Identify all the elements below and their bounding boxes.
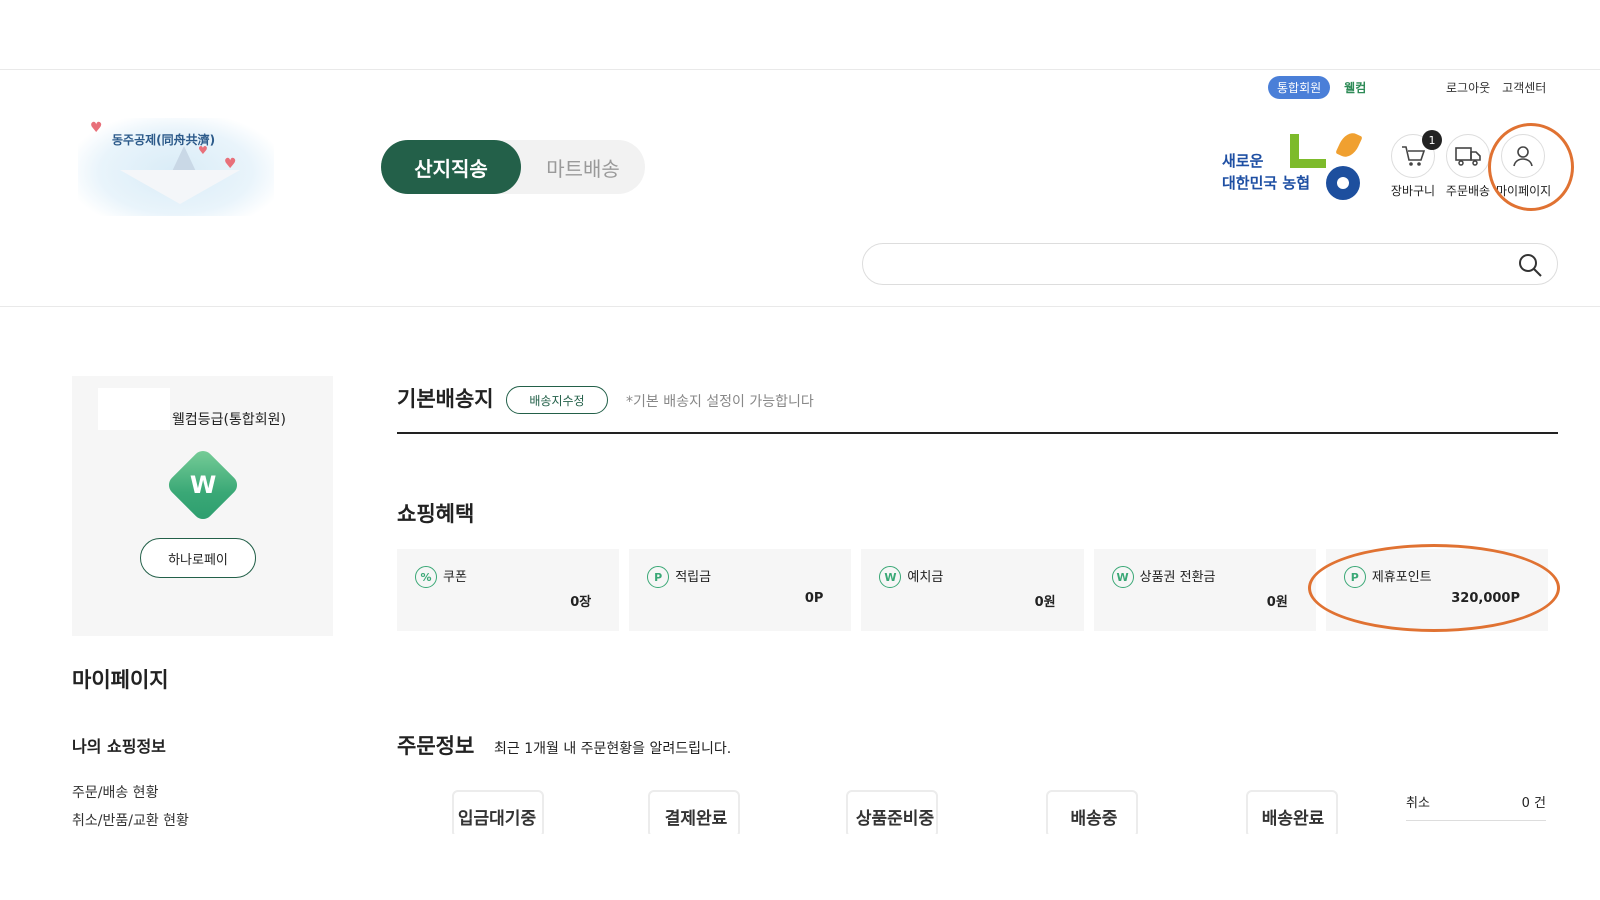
mypage-title: 마이페이지 — [72, 668, 169, 692]
cancel-label: 취소 — [1406, 796, 1430, 811]
cart-label: 장바구니 — [1390, 184, 1436, 198]
shopping-benefits-title: 쇼핑혜택 — [397, 502, 475, 526]
benefit-gift-conversion[interactable]: W 상품권 전환금 0원 — [1093, 549, 1316, 631]
member-badge: 통합회원 — [1268, 76, 1331, 99]
benefit-label: 쿠폰 — [443, 570, 467, 585]
user-icon — [1501, 134, 1545, 178]
status-awaiting-payment[interactable]: 입금대기중 — [397, 804, 597, 829]
default-address-title: 기본배송지 — [397, 387, 494, 411]
sidebar-link-cancel-status[interactable]: 취소/반품/교환 현황 — [72, 810, 189, 830]
member-grade-card: 웰컴등급(통합회원) W 하나로페이 — [72, 376, 333, 636]
benefit-value: 0장 — [570, 595, 592, 610]
header-top-divider — [0, 69, 1600, 70]
order-info-title: 주문정보 — [397, 734, 475, 758]
status-paid[interactable]: 결제완료 — [596, 804, 796, 829]
won-icon: W — [1111, 566, 1134, 588]
grade-letter: W — [189, 470, 217, 499]
coupon-icon: % — [415, 566, 437, 588]
benefit-label: 상품권 전환금 — [1139, 570, 1216, 585]
tab-mart-delivery[interactable]: 마트배송 — [521, 140, 645, 194]
cart-count-badge: 1 — [1422, 130, 1442, 150]
status-shipping[interactable]: 배송중 — [994, 804, 1194, 829]
benefit-value: 0P — [804, 591, 824, 606]
tab-direct-delivery[interactable]: 산지직송 — [381, 140, 521, 194]
point-icon: P — [1343, 566, 1366, 588]
profile-blank — [98, 388, 170, 430]
nh-blue-mark — [1326, 166, 1360, 200]
shopping-info-heading: 나의 쇼핑정보 — [72, 737, 166, 756]
benefit-coupon[interactable]: % 쿠폰 0장 — [397, 549, 620, 631]
paper-boat-shape — [120, 170, 240, 204]
member-info: 통합회원 웰컴 — [1268, 76, 1366, 99]
order-delivery-label: 주문배송 — [1445, 184, 1491, 198]
truck-icon — [1446, 134, 1490, 178]
search-bar — [862, 243, 1558, 285]
bottom-whitespace — [0, 834, 1600, 900]
logout-link[interactable]: 로그아웃 — [1446, 79, 1490, 96]
cart-button[interactable]: 1 장바구니 — [1386, 130, 1442, 199]
won-icon: W — [879, 566, 902, 588]
benefit-deposit[interactable]: W 예치금 0원 — [861, 549, 1084, 631]
edit-address-button[interactable]: 배송지수정 — [506, 386, 608, 414]
benefit-label: 제휴포인트 — [1371, 570, 1432, 585]
util-links: 로그아웃 고객센터 — [1446, 79, 1546, 96]
cancel-count[interactable]: 취소 0 건 — [1406, 792, 1546, 811]
point-icon: P — [647, 566, 670, 588]
sidebar-link-order-status[interactable]: 주문/배송 현황 — [72, 782, 158, 802]
benefit-reward[interactable]: P 적립금 0P — [629, 549, 852, 631]
benefit-label: 적립금 — [675, 570, 712, 585]
campaign-logo[interactable]: ♥ ♥ ♥ 동주공제(同舟共濟) — [78, 118, 274, 216]
benefit-value: 0원 — [1266, 595, 1288, 610]
welcome-grade: 웰컴 — [1344, 81, 1367, 95]
grade-text: 웰컴등급(통합회원) — [172, 412, 286, 428]
order-delivery-button[interactable]: 주문배송 — [1441, 134, 1495, 199]
search-input[interactable] — [881, 250, 1481, 278]
benefit-value: 0원 — [1034, 595, 1056, 610]
benefit-value: 320,000P — [1451, 591, 1521, 606]
welcome-grade-icon: W — [164, 446, 242, 524]
brand-line-2: 대한민국 농협 — [1222, 174, 1311, 192]
status-delivered[interactable]: 배송완료 — [1193, 804, 1393, 829]
heart-icon: ♥ — [90, 120, 103, 136]
header-bottom-divider — [0, 306, 1600, 307]
address-note: *기본 배송지 설정이 가능합니다 — [626, 394, 814, 410]
benefits-row: % 쿠폰 0장 P 적립금 0P W 예치금 0원 W 상품권 전환금 0원 P… — [397, 549, 1549, 631]
cancel-divider — [1406, 820, 1546, 821]
delivery-toggle[interactable]: 산지직송 마트배송 — [381, 140, 645, 194]
customer-center-link[interactable]: 고객센터 — [1502, 79, 1546, 96]
nh-flame-mark — [1335, 129, 1363, 161]
mypage-label: 마이페이지 — [1496, 184, 1552, 198]
hanaro-pay-button[interactable]: 하나로페이 — [140, 538, 256, 578]
status-preparing[interactable]: 상품준비중 — [795, 804, 995, 829]
benefit-partner-point[interactable]: P 제휴포인트 320,000P — [1325, 549, 1549, 631]
benefit-label: 예치금 — [907, 570, 944, 585]
nh-green-mark — [1290, 134, 1326, 168]
page: 통합회원 웰컴 로그아웃 고객센터 ♥ ♥ ♥ 동주공제(同舟共濟) 산지직송 … — [0, 0, 1600, 900]
order-info-note: 최근 1개월 내 주문현황을 알려드립니다. — [494, 741, 732, 757]
cancel-value: 0 건 — [1521, 796, 1546, 811]
search-icon[interactable] — [1517, 252, 1543, 278]
section-divider — [397, 432, 1558, 434]
nh-brand-logo[interactable]: 새로운 대한민국 농협 — [1222, 129, 1372, 206]
mypage-button[interactable]: 마이페이지 — [1496, 134, 1552, 199]
